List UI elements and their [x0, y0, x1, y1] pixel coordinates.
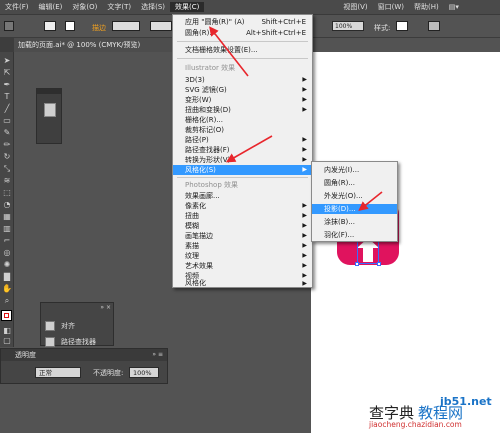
watermark-url: jiaocheng.chazidian.com [369, 420, 462, 429]
annotation-arrow-stylize [225, 135, 273, 163]
annotation-arrow-effect-menu [209, 26, 249, 77]
annotation-arrow-drop-shadow [358, 191, 383, 211]
annotation-arrows [209, 26, 383, 211]
